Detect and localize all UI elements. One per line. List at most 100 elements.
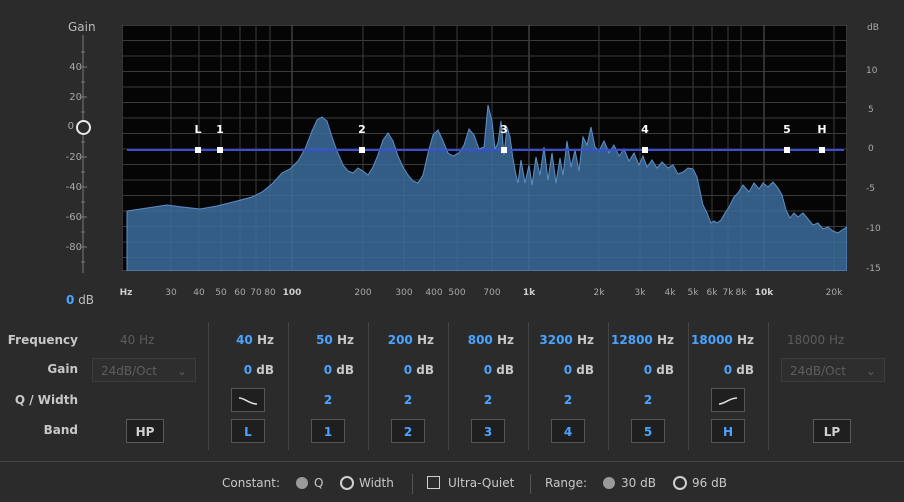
band-frequency-unit: Hz	[416, 333, 434, 347]
band-frequency-value: 40	[236, 333, 253, 347]
constant-label: Constant:	[222, 476, 280, 490]
highpass-frequency[interactable]: 40 Hz	[120, 333, 154, 347]
band-button-5[interactable]: 5	[631, 419, 665, 443]
band-gain[interactable]: 0 dB	[484, 363, 514, 377]
curve-handle-3[interactable]	[501, 147, 507, 153]
lowpass-slope-dropdown[interactable]: 24dB/Oct ⌄	[781, 358, 885, 382]
gain-tick: 0	[67, 121, 74, 132]
band-frequency[interactable]: 50 Hz	[316, 333, 354, 347]
band-frequency-unit: Hz	[336, 333, 354, 347]
band-button-l[interactable]: L	[231, 419, 265, 443]
band-frequency[interactable]: 200 Hz	[388, 333, 434, 347]
row-label-frequency: Frequency	[7, 333, 78, 347]
band-gain-unit: dB	[336, 363, 354, 377]
ultra-quiet-label: Ultra-Quiet	[448, 476, 515, 490]
freq-tick: 500	[448, 288, 466, 298]
band-gain[interactable]: 0 dB	[564, 363, 594, 377]
freq-tick: 10k	[754, 288, 774, 298]
band-frequency-unit: Hz	[576, 333, 594, 347]
freq-tick: 200	[354, 288, 372, 298]
band-q[interactable]: 2	[448, 393, 528, 407]
curve-handle-label: H	[817, 123, 826, 136]
freq-tick: 6k	[706, 288, 718, 298]
band-gain-unit: dB	[736, 363, 754, 377]
band-frequency[interactable]: 18000 Hz	[691, 333, 754, 347]
freq-tick: 80	[264, 288, 276, 298]
band-frequency[interactable]: 12800 Hz	[611, 333, 674, 347]
eq-graph[interactable]: L 1 2 3 4 5 H	[122, 25, 847, 271]
curve-handle-label: L	[194, 123, 201, 136]
band-gain[interactable]: 0 dB	[244, 363, 274, 377]
band-frequency[interactable]: 40 Hz	[236, 333, 274, 347]
freq-tick: Hz	[119, 288, 133, 298]
band-button-4[interactable]: 4	[551, 419, 585, 443]
band-gain-unit: dB	[416, 363, 434, 377]
freq-tick: 20k	[825, 288, 843, 298]
band-button-3[interactable]: 3	[471, 419, 505, 443]
band-frequency[interactable]: 3200 Hz	[539, 333, 594, 347]
band-gain[interactable]: 0 dB	[404, 363, 434, 377]
curve-handle-2[interactable]	[359, 147, 365, 153]
lowpass-button[interactable]: LP	[813, 419, 851, 443]
freq-tick: 2k	[593, 288, 605, 298]
band-button-h[interactable]: H	[711, 419, 745, 443]
band-q[interactable]: 2	[528, 393, 608, 407]
band-gain-unit: dB	[256, 363, 274, 377]
gain-axis-title: Gain	[68, 20, 96, 34]
gain-readout[interactable]: 0 dB	[66, 293, 94, 307]
db-tick: -5	[866, 184, 875, 194]
lowpass-frequency[interactable]: 18000 Hz	[787, 333, 844, 347]
gain-slider-knob[interactable]	[76, 120, 91, 135]
gain-slider-track[interactable]	[76, 35, 90, 275]
curve-handle-label: 3	[500, 123, 508, 136]
curve-handle-5[interactable]	[784, 147, 790, 153]
freq-tick: 40	[193, 288, 205, 298]
curve-handle-label: 2	[358, 123, 366, 136]
ultra-quiet-checkbox[interactable]	[427, 476, 440, 489]
high-shelf-icon[interactable]	[711, 388, 745, 412]
band-gain-unit: dB	[496, 363, 514, 377]
freq-tick: 400	[425, 288, 443, 298]
band-gain[interactable]: 0 dB	[324, 363, 354, 377]
band-gain-value: 0	[323, 363, 333, 377]
constant-width-radio[interactable]	[340, 476, 354, 490]
band-gain[interactable]: 0 dB	[644, 363, 674, 377]
band-q[interactable]: 2	[608, 393, 688, 407]
band-frequency[interactable]: 800 Hz	[468, 333, 514, 347]
db-tick: 5	[868, 105, 874, 115]
freq-tick: 700	[483, 288, 501, 298]
band-gain-value: 0	[723, 363, 733, 377]
curve-handle-1[interactable]	[217, 147, 223, 153]
band-gain-value: 0	[563, 363, 573, 377]
highpass-slope-dropdown[interactable]: 24dB/Oct ⌄	[92, 358, 196, 382]
curve-handle-label: 1	[216, 123, 224, 136]
range-30-label: 30 dB	[621, 476, 656, 490]
band-button-1[interactable]: 1	[311, 419, 345, 443]
band-q[interactable]: 2	[288, 393, 368, 407]
freq-tick: 7k	[722, 288, 734, 298]
band-gain-value: 0	[643, 363, 653, 377]
band-frequency-value: 200	[387, 333, 413, 347]
band-gain-value: 0	[483, 363, 493, 377]
freq-tick: 1k	[522, 288, 536, 298]
low-shelf-icon[interactable]	[231, 388, 265, 412]
freq-tick: 4k	[664, 288, 676, 298]
range-30-radio[interactable]	[603, 477, 615, 489]
band-frequency-unit: Hz	[656, 333, 674, 347]
row-label-band: Band	[43, 423, 78, 437]
curve-handle-4[interactable]	[642, 147, 648, 153]
band-gain[interactable]: 0 dB	[724, 363, 754, 377]
band-button-2[interactable]: 2	[391, 419, 425, 443]
highpass-button[interactable]: HP	[126, 419, 164, 443]
row-label-q: Q / Width	[14, 393, 78, 407]
curve-handle-l[interactable]	[195, 147, 201, 153]
curve-handle-h[interactable]	[819, 147, 825, 153]
db-axis-title: dB	[867, 23, 879, 33]
constant-q-radio[interactable]	[296, 477, 308, 489]
db-tick: -15	[866, 264, 881, 274]
lowpass-slope-value: 24dB/Oct	[790, 364, 846, 378]
band-frequency-unit: Hz	[496, 333, 514, 347]
band-q[interactable]: 2	[368, 393, 448, 407]
band-gain-value: 0	[403, 363, 413, 377]
range-96-radio[interactable]	[673, 476, 687, 490]
